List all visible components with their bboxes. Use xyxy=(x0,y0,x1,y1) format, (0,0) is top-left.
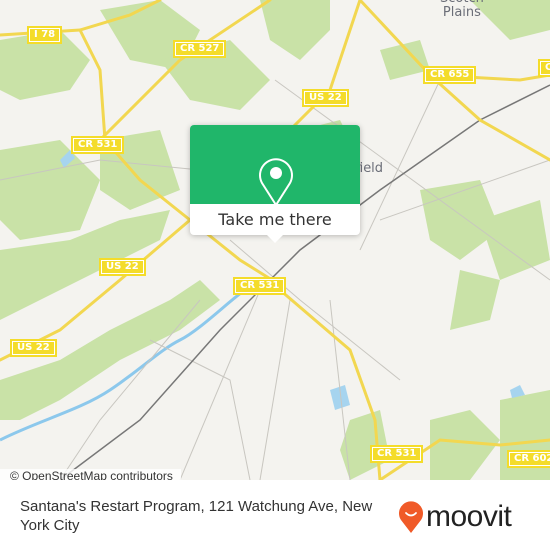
moovit-pin-icon xyxy=(399,501,423,533)
road-label-cr531: CR 531 xyxy=(370,445,424,463)
road-label-us22: US 22 xyxy=(99,258,146,276)
town-label-line: Plains xyxy=(442,5,481,20)
location-popup: Take me there xyxy=(190,125,360,243)
popup-tail xyxy=(267,235,283,243)
river xyxy=(0,288,246,442)
moovit-wordmark: moovit xyxy=(426,500,512,533)
road-label-us22: US 22 xyxy=(302,89,349,107)
road-label-cr655: CR 655 xyxy=(423,66,477,84)
moovit-logo[interactable]: moovit xyxy=(398,500,512,534)
town-label-scotch-plains: Scotch Plains xyxy=(440,0,484,20)
map-pin-icon xyxy=(259,158,293,207)
place-address: Santana's Restart Program, 121 Watchung … xyxy=(20,498,373,534)
road-label-i78: I 78 xyxy=(27,26,63,44)
road-label-cr527: CR 527 xyxy=(173,40,227,58)
take-me-there-button[interactable]: Take me there xyxy=(190,204,360,235)
road-label-cr531: CR 531 xyxy=(233,277,287,295)
road-label-cr-edge: C xyxy=(538,59,550,77)
road-label-cr531: CR 531 xyxy=(71,136,125,154)
popup-header xyxy=(190,125,360,207)
map-attribution[interactable]: © OpenStreetMap contributors xyxy=(0,469,181,480)
road-label-cr602: CR 602 xyxy=(507,450,550,468)
road-label-us22: US 22 xyxy=(10,339,57,357)
map[interactable]: I 78 CR 527 US 22 CR 655 C CR 531 US 22 … xyxy=(0,0,550,480)
